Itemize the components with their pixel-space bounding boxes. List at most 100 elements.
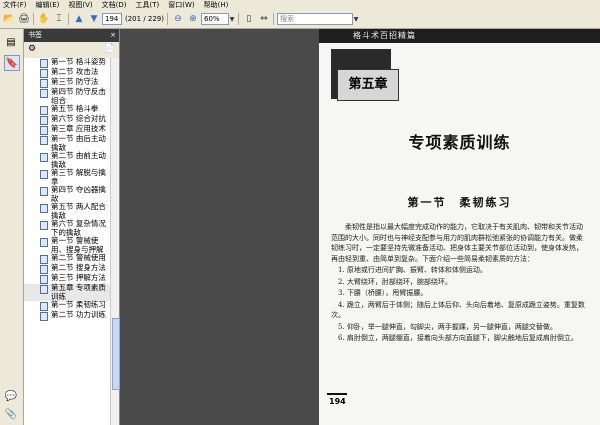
search-input[interactable]: 搜索: [277, 13, 353, 25]
bookmark-item[interactable]: 第四节 防守反击组合: [24, 87, 111, 105]
menu-edit[interactable]: 编辑(E): [36, 0, 60, 10]
bookmark-label: 第一节 警械使用、搜身与押解: [51, 236, 104, 254]
page-count: (201 / 229): [125, 15, 164, 23]
scrollbar-thumb[interactable]: [112, 318, 120, 390]
menu-view[interactable]: 视图(V): [68, 0, 92, 10]
fit-width-icon[interactable]: ⇔: [258, 13, 270, 25]
bookmark-label: 第一节 柔韧练习: [51, 300, 106, 309]
toolbar-separator: [273, 13, 274, 25]
toolbar: 📂 🖨 ✋ ⌶ ▲ ▼ 194 (201 / 229) ⊖ ⊕ 60% ▼ ▯ …: [0, 10, 600, 29]
zoom-select[interactable]: 60%: [201, 13, 229, 25]
zoom-dropdown-icon[interactable]: ▼: [229, 13, 235, 25]
bookmark-icon: [40, 69, 48, 78]
menu-help[interactable]: 帮助(H): [204, 0, 229, 10]
bookmark-label: 第四节 夺凶器擒敌: [51, 185, 106, 203]
zoom-out-icon[interactable]: ⊖: [172, 13, 184, 25]
bookmark-label: 第二节 功力训练: [51, 310, 106, 319]
toolbar-separator: [68, 13, 69, 25]
bookmarks-title: 书签: [28, 31, 42, 39]
body-text: 柔韧性是指以最大幅度完成动作的能力，它取决于有关肌肉、韧带和关节活动范围的大小。…: [331, 222, 588, 345]
document-page: 格斗术百招精篇 第五章 专项素质训练 第一节 柔韧练习 柔韧性是指以最大幅度完成…: [319, 29, 600, 425]
options-icon[interactable]: ⚙: [28, 44, 36, 54]
bookmark-label: 第五节 两人配合擒敌: [51, 202, 106, 220]
bookmark-label: 第一节 由后主动擒敌: [51, 134, 106, 152]
bookmark-icon: [40, 221, 48, 230]
next-page-icon[interactable]: ▼: [88, 13, 100, 25]
bookmark-label: 第三节 押解方法: [51, 273, 106, 282]
page-number: 194: [329, 397, 346, 406]
paragraph: 柔韧性是指以最大幅度完成动作的能力，它取决于有关肌肉、韧带和关节活动范围的大小。…: [331, 223, 583, 263]
bookmark-label: 第四节 防守反击组合: [51, 87, 106, 105]
bookmark-icon: [40, 116, 48, 125]
paragraph: 6. 肩肘倒立，两腿绷直，接着向头部方向直腿下，脚尖触地后复成肩肘倒立。: [338, 334, 578, 342]
menu-document[interactable]: 文档(D): [102, 0, 127, 10]
bookmark-label: 第二节 由前主动擒敌: [51, 151, 106, 169]
document-viewer[interactable]: 格斗术百招精篇 第五章 专项素质训练 第一节 柔韧练习 柔韧性是指以最大幅度完成…: [120, 29, 600, 425]
bookmark-item[interactable]: 第二节 功力训练: [24, 310, 111, 321]
bookmark-label: 第五节 格斗拳: [51, 104, 99, 113]
previous-page-icon[interactable]: ▲: [73, 13, 85, 25]
bookmarks-icon[interactable]: 🔖: [4, 55, 20, 71]
bookmark-item-selected[interactable]: 第五章 专项素质训练: [24, 283, 111, 301]
bookmark-label: 第五章 专项素质训练: [51, 283, 106, 301]
bookmark-label: 第三节 防守法: [51, 77, 99, 86]
zoom-in-icon[interactable]: ⊕: [187, 13, 199, 25]
bookmark-icon: [40, 153, 48, 162]
bookmark-icon: [40, 89, 48, 98]
bookmark-icon: [40, 275, 48, 284]
menu-tools[interactable]: 工具(T): [136, 0, 160, 10]
paragraph: 2. 大臂绕环，肘部绕环，腕部绕环。: [338, 277, 452, 286]
bookmark-label: 第二节 攻击法: [51, 67, 99, 76]
toolbar-separator: [167, 13, 168, 25]
attachments-icon[interactable]: 📎: [4, 407, 18, 421]
bookmark-item[interactable]: 第一节 警械使用、搜身与押解: [24, 236, 111, 254]
bookmark-icon: [40, 238, 48, 247]
bookmark-icon: [40, 126, 48, 135]
bookmark-icon: [40, 59, 48, 68]
bookmark-icon: [40, 255, 48, 264]
bookmark-item[interactable]: 第五节 两人配合擒敌: [24, 202, 111, 220]
bookmark-scrollbar[interactable]: [110, 58, 120, 425]
bookmark-icon: [40, 170, 48, 179]
bookmark-item[interactable]: 第三节 解脱与擒拿: [24, 168, 111, 186]
bookmark-item[interactable]: 第四节 夺凶器擒敌: [24, 185, 111, 203]
bookmark-item[interactable]: 第六节 复杂情况下的擒敌: [24, 219, 111, 237]
bookmarks-header: 书签 ×: [24, 29, 119, 42]
search-dropdown-icon[interactable]: ▼: [353, 13, 359, 25]
new-bookmark-icon[interactable]: 📄: [104, 44, 115, 54]
bookmark-label: 第六节 综合对抗: [51, 114, 106, 123]
close-icon[interactable]: ×: [110, 29, 116, 42]
paragraph: 5. 仰卧，举一腿伸直，勾脚尖，两手握踝，另一腿伸直，两腿交替做。: [338, 322, 557, 331]
hand-tool-icon[interactable]: ✋: [38, 13, 50, 25]
chapter-label: 第五章: [337, 69, 399, 101]
bookmark-icon: [40, 79, 48, 88]
toolbar-separator: [33, 13, 34, 25]
bookmark-icon: [40, 136, 48, 145]
bookmark-item[interactable]: 第一节 由后主动擒敌: [24, 134, 111, 152]
menu-bar: 文件(F) 编辑(E) 视图(V) 文档(D) 工具(T) 窗口(W) 帮助(H…: [0, 0, 600, 10]
bookmark-label: 第二节 警械使用: [51, 253, 106, 262]
paragraph: 1. 原地或行进间扩胸、振臂、转体和体侧运动。: [338, 266, 487, 274]
select-tool-icon[interactable]: ⌶: [53, 13, 65, 25]
menu-file[interactable]: 文件(F): [3, 0, 27, 10]
bookmark-icon: [40, 204, 48, 213]
bookmark-icon: [40, 302, 48, 311]
pages-icon[interactable]: ▤: [4, 35, 18, 49]
bookmark-icon: [40, 265, 48, 274]
comments-icon[interactable]: 💬: [4, 389, 18, 403]
page-header: 格斗术百招精篇: [319, 29, 600, 43]
section-title: 第一节 柔韧练习: [407, 196, 512, 209]
print-icon[interactable]: 🖨: [18, 13, 30, 25]
open-folder-icon[interactable]: 📂: [3, 13, 15, 25]
bookmark-icon: [40, 285, 48, 294]
bookmark-list: 第一节 格斗姿势 第二节 攻击法 第三节 防守法 第四节 防守反击组合 第五节 …: [24, 58, 111, 425]
bookmarks-panel: 书签 × ⚙ 📄 第一节 格斗姿势 第二节 攻击法 第三节 防守法 第四节 防守…: [24, 29, 120, 425]
fit-page-icon[interactable]: ▯: [243, 13, 255, 25]
bookmarks-toolbar: ⚙ 📄: [24, 42, 119, 56]
bookmark-item[interactable]: 第二节 由前主动擒敌: [24, 151, 111, 169]
page-number-input[interactable]: 194: [102, 13, 122, 25]
bookmark-label: 第三章 应用技术: [51, 124, 106, 133]
bookmark-icon: [40, 106, 48, 115]
navigation-strip: ▤ 🔖 💬 📎: [0, 29, 24, 425]
menu-window[interactable]: 窗口(W): [168, 0, 194, 10]
